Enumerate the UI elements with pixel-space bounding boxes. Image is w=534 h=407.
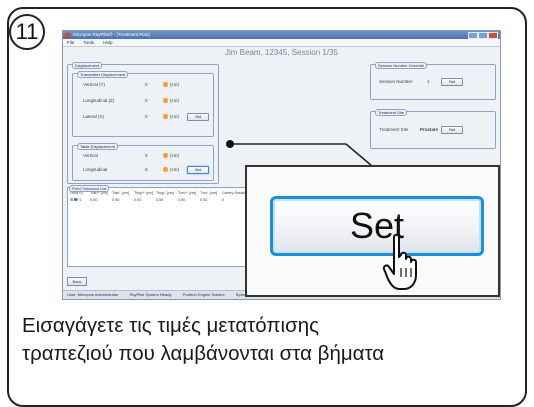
caption-line-1: Εισαγάγετε τις τιμές μετατόπισης	[22, 314, 320, 337]
hand-cursor-icon	[382, 233, 417, 290]
callout-dot-icon	[226, 140, 234, 148]
instruction-caption: Εισαγάγετε τις τιμές μετατόπισης τραπεζι…	[22, 312, 512, 368]
caption-line-2: τραπεζιού που λαμβάνονται στα βήματα	[22, 342, 385, 365]
zoomed-set-button[interactable]: Set	[270, 196, 484, 256]
step-number-badge: 11	[9, 14, 45, 50]
field-tolerance-label: Field Tolerance List	[69, 185, 110, 192]
